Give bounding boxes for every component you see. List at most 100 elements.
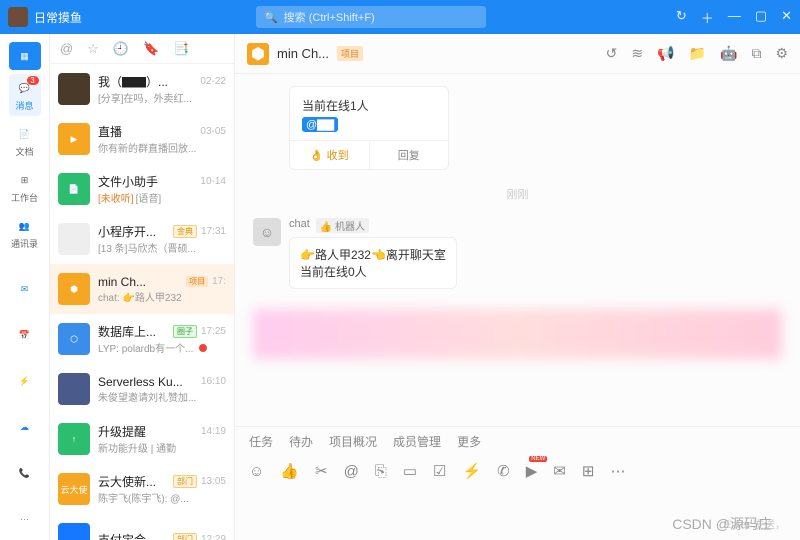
doc-icon: 📄 — [15, 125, 35, 145]
check-icon[interactable]: ☑ — [433, 462, 446, 480]
input-tab[interactable]: 项目概况 — [329, 433, 377, 450]
message-input[interactable]: Enter 发送， CSDN @源码庄 — [235, 486, 800, 540]
nav-docs[interactable]: 📄文档 — [9, 120, 41, 162]
search-input[interactable]: 🔍 搜索 (Ctrl+Shift+F) — [256, 6, 486, 28]
at-filter-icon[interactable]: @ — [60, 41, 73, 56]
search-icon: 🔍 — [264, 11, 278, 24]
star-filter-icon[interactable]: ☆ — [87, 41, 99, 57]
envelope-icon[interactable]: ✉ — [553, 462, 566, 480]
flash-icon: ⚡ — [15, 371, 35, 391]
time-separator: 刚刚 — [253, 186, 782, 202]
grid2-icon[interactable]: ⊞ — [582, 462, 595, 480]
history-action-icon[interactable]: ↺ — [606, 45, 618, 62]
nav-cloud[interactable]: ☁ — [9, 406, 41, 448]
video-icon[interactable]: ▶ — [526, 462, 538, 480]
redacted-content — [253, 309, 782, 359]
nav-sidebar: ▦ 💬 消息 3 📄文档 ⊞工作台 👥通讯录 ✉ 📅 ⚡ ☁ 📞 ⋯ — [0, 34, 50, 540]
nav-more[interactable]: ⋯ — [9, 498, 41, 540]
input-tab[interactable]: 待办 — [289, 433, 313, 450]
reply-button[interactable]: 回复 — [370, 141, 449, 169]
history-icon[interactable]: ↻ — [676, 8, 687, 27]
chat-item-preview: 新功能升级 | 通勤 — [98, 440, 226, 455]
chat-item[interactable]: 小程序开...金典17:31[13 条]马欣杰（晋硕... — [50, 214, 234, 264]
chat-item-name: 数据库上... — [98, 323, 169, 340]
chat-item-preview: [13 条]马欣杰（晋硕... — [98, 240, 226, 255]
scissors-icon[interactable]: ✂ — [315, 462, 328, 480]
thumb-icon[interactable]: 👍 — [280, 462, 299, 480]
chat-item-preview: chat: 👉路人甲232 — [98, 289, 226, 304]
chat-item-avatar — [58, 523, 90, 540]
chat-item-time: 12:29 — [201, 534, 226, 540]
chat-item[interactable]: 📄文件小助手10-14[未收听][语音] — [50, 164, 234, 214]
chat-item[interactable]: 我（▇▇）...02-22[分享]在吗，外卖红... — [50, 64, 234, 114]
input-tabs: 任务待办项目概况成员管理更多 — [235, 426, 800, 456]
bolt-icon[interactable]: ⚡ — [462, 462, 481, 480]
input-tab[interactable]: 成员管理 — [393, 433, 441, 450]
input-tab[interactable]: 任务 — [249, 433, 273, 450]
input-tab[interactable]: 更多 — [457, 433, 481, 450]
phone-icon: 📞 — [15, 463, 35, 483]
close-button[interactable]: ✕ — [781, 8, 792, 27]
chat-item-avatar: ⬢ — [58, 273, 90, 305]
chat-item[interactable]: Serverless Ku...16:10朱俊望邀请刘礼赞加... — [50, 364, 234, 414]
chat-item-name: Serverless Ku... — [98, 375, 197, 389]
nav-mail[interactable]: ✉ — [9, 268, 41, 310]
panel-icon[interactable]: ⧉ — [751, 45, 761, 62]
list-toolbar: @ ☆ 🕘 🔖 📑 — [50, 34, 234, 64]
chat-item-name: 我（▇▇）... — [98, 73, 196, 90]
chat-item[interactable]: 支付宝合...部门12:29 — [50, 514, 234, 540]
nav-messages[interactable]: 💬 消息 3 — [9, 74, 41, 116]
chat-item-time: 17:25 — [201, 326, 226, 337]
chat-item-avatar: ⬡ — [58, 323, 90, 355]
file-filter-icon[interactable]: 📑 — [173, 41, 189, 57]
chat-item-avatar: 云大使 — [58, 473, 90, 505]
nav-phone[interactable]: 📞 — [9, 452, 41, 494]
nav-flash[interactable]: ⚡ — [9, 360, 41, 402]
cloud-icon: ☁ — [15, 417, 35, 437]
chat-item-time: 14:19 — [201, 426, 226, 437]
clock-filter-icon[interactable]: 🕘 — [113, 41, 129, 57]
robot-icon[interactable]: 🤖 — [720, 45, 737, 62]
emoji-icon[interactable]: ☺ — [249, 463, 264, 480]
user-avatar[interactable] — [8, 7, 28, 27]
layers-icon[interactable]: ≋ — [631, 45, 643, 62]
message-area: 当前在线1人 @▇▇ 👌 收到 回复 刚刚 ☺ chat 👍 机器人 — [235, 74, 800, 426]
bot-name: chat — [289, 218, 310, 233]
megaphone-icon[interactable]: 📢 — [657, 45, 674, 62]
received-button[interactable]: 👌 收到 — [290, 141, 370, 169]
bookmark-filter-icon[interactable]: 🔖 — [143, 41, 159, 57]
forward-icon[interactable]: ⎘ — [375, 463, 387, 480]
settings-icon[interactable]: ⚙ — [775, 45, 788, 62]
chat-item-tag: 部门 — [173, 533, 197, 540]
nav-calendar[interactable]: 📅 — [9, 314, 41, 356]
nav-contacts[interactable]: 👥通讯录 — [9, 212, 41, 254]
card-icon[interactable]: ▭ — [403, 462, 417, 480]
folder-icon[interactable]: 📁 — [689, 45, 706, 62]
chat-item[interactable]: ↑升级提醒14:19新功能升级 | 通勤 — [50, 414, 234, 464]
chat-item[interactable]: 云大使云大使新...部门13:05陈宇飞(陈宇飞): @... — [50, 464, 234, 514]
minimize-button[interactable]: — — [728, 8, 741, 27]
chat-item[interactable]: ⬡数据库上...圈子17:25LYP: polardb有一个... — [50, 314, 234, 364]
chat-list: 我（▇▇）...02-22[分享]在吗，外卖红...▶直播03-05你有新的群直… — [50, 64, 234, 540]
maximize-button[interactable]: ▢ — [755, 8, 767, 27]
bot-avatar: ☺ — [253, 218, 281, 246]
call-icon[interactable]: ✆ — [497, 462, 510, 480]
mail-icon: ✉ — [15, 279, 35, 299]
chat-item[interactable]: ⬢min Ch...项目17:chat: 👉路人甲232 — [50, 264, 234, 314]
chat-tag: 项目 — [337, 46, 363, 61]
chat-item-time: 03-05 — [200, 126, 226, 137]
ellipsis-icon[interactable]: ⋯ — [610, 462, 625, 480]
chat-item-preview: 陈宇飞(陈宇飞): @... — [98, 490, 226, 505]
contacts-icon: 👥 — [15, 217, 35, 237]
mention-chip[interactable]: @▇▇ — [302, 117, 338, 132]
chat-item-avatar — [58, 373, 90, 405]
chat-avatar: ⬢ — [247, 43, 269, 65]
add-icon[interactable]: ＋ — [701, 8, 714, 27]
chat-item-time: 02-22 — [200, 76, 226, 87]
chat-item-tag: 项目 — [186, 276, 208, 287]
nav-workspace[interactable]: ⊞工作台 — [9, 166, 41, 208]
nav-apps[interactable]: ▦ — [9, 42, 41, 70]
chat-item-avatar: ↑ — [58, 423, 90, 455]
chat-item[interactable]: ▶直播03-05你有新的群直播回放... — [50, 114, 234, 164]
at-icon[interactable]: @ — [344, 463, 359, 480]
